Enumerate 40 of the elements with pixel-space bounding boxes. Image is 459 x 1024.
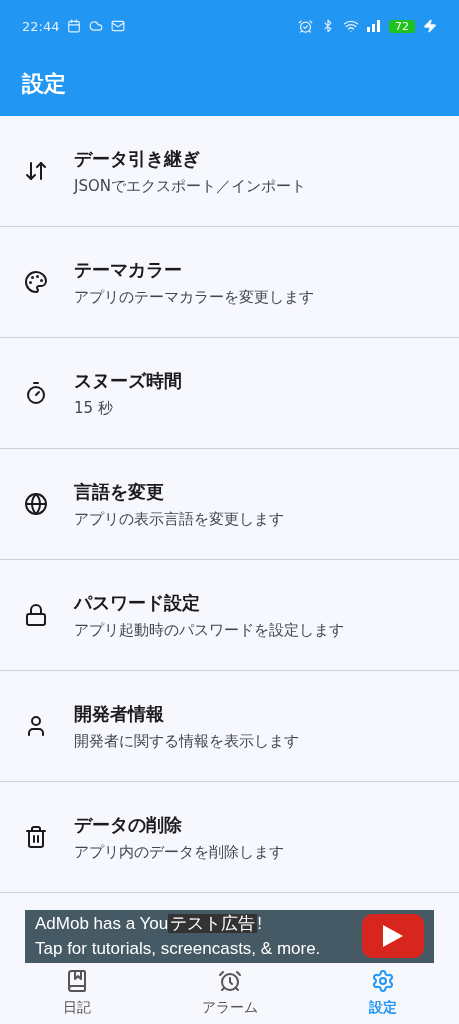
nav-tab[interactable]: アラーム bbox=[153, 962, 306, 1024]
setting-title[interactable]: テーマカラー bbox=[74, 257, 314, 282]
mail-icon bbox=[111, 19, 126, 33]
palette-icon bbox=[24, 270, 48, 294]
setting-title[interactable]: データ引き継ぎ bbox=[74, 146, 306, 171]
ad-text: Tap for tutorials, screencasts, & more. bbox=[35, 938, 322, 961]
charging-icon bbox=[423, 19, 437, 33]
alarm-clock-icon bbox=[217, 969, 242, 994]
setting-subtitle: アプリ起動時のパスワードを設定します bbox=[74, 620, 344, 640]
setting-subtitle: アプリの表示言語を変更します bbox=[74, 509, 284, 529]
wifi-icon bbox=[343, 18, 359, 34]
setting-subtitle: 15 秒 bbox=[74, 398, 114, 418]
ad-text: AdMob has a You bbox=[35, 914, 169, 934]
timer-icon bbox=[24, 381, 48, 405]
ad-banner[interactable]: AdMob has a You テスト広告! Tap for tutorials, screencasts, & more. bbox=[25, 910, 434, 963]
setting-title[interactable]: スヌーズ時間 bbox=[74, 368, 182, 393]
status-time: 22:44 bbox=[22, 18, 60, 34]
nav-tab[interactable]: 日記 bbox=[0, 962, 153, 1024]
signal-icon bbox=[367, 20, 381, 32]
setting-subtitle: アプリのテーマカラーを変更します bbox=[74, 287, 314, 307]
settings-icon bbox=[370, 969, 395, 994]
app-bar-title: 設定 bbox=[21, 70, 67, 98]
setting-title[interactable]: パスワード設定 bbox=[74, 590, 344, 615]
setting-subtitle: 開発者に関する情報を表示します bbox=[74, 731, 299, 751]
arrows-up-down-icon bbox=[24, 159, 48, 183]
setting-title[interactable]: 言語を変更 bbox=[74, 479, 284, 504]
trash-icon bbox=[24, 825, 48, 849]
alarm-icon bbox=[298, 18, 313, 34]
lock-icon bbox=[24, 603, 48, 627]
test-ad-label: テスト広告 bbox=[168, 914, 258, 934]
globe-icon bbox=[24, 492, 48, 516]
setting-subtitle: JSONでエクスポート／インポート bbox=[74, 176, 306, 196]
setting-title[interactable]: データの削除 bbox=[74, 812, 284, 837]
battery-level: 72 bbox=[389, 19, 415, 33]
play-logo-icon bbox=[362, 914, 424, 959]
cloud-icon bbox=[89, 19, 104, 33]
ad-text: ! bbox=[257, 914, 262, 934]
setting-subtitle: アプリ内のデータを削除します bbox=[74, 842, 284, 862]
setting-title[interactable]: 開発者情報 bbox=[74, 701, 299, 726]
calendar-icon bbox=[67, 19, 82, 33]
